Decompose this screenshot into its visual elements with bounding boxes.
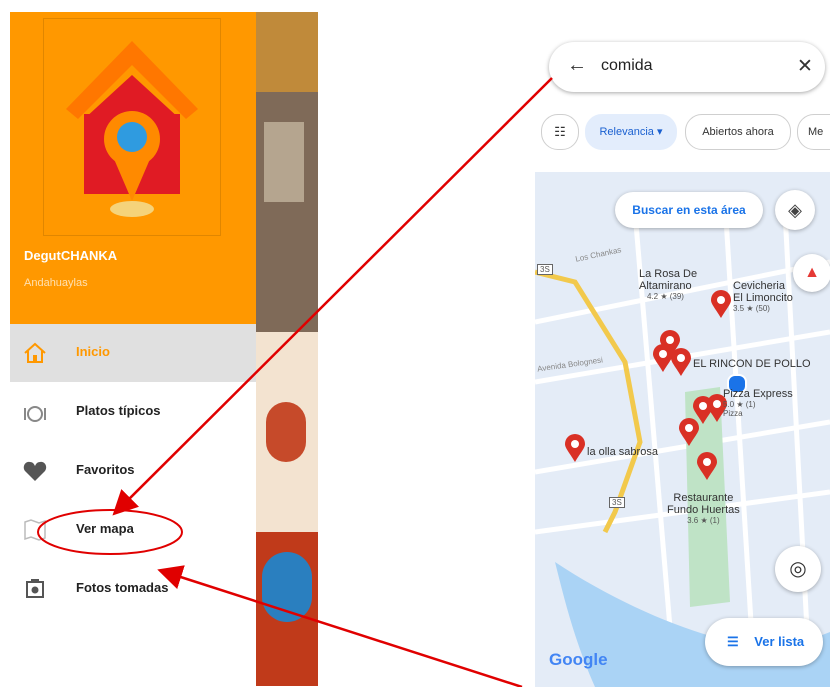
compass-icon[interactable]: ▲ <box>793 254 830 292</box>
menu-item-platos-tipicos[interactable]: Platos típicos <box>10 383 256 441</box>
filter-chips: ☷ Relevancia ▾ Abiertos ahora Me <box>535 114 830 158</box>
menu-item-label: Platos típicos <box>76 403 161 418</box>
road-shield: 3S <box>609 497 625 508</box>
road-shield: 3S <box>537 264 553 275</box>
search-bar[interactable]: ← comida ✕ <box>549 42 825 92</box>
menu-item-favoritos[interactable]: Favoritos <box>10 442 256 500</box>
home-icon <box>24 342 46 363</box>
place-rating: 5.0 ★ (1) <box>723 400 756 409</box>
restaurant-pin-icon[interactable] <box>671 348 691 376</box>
restaurant-pin-icon[interactable] <box>565 434 585 462</box>
restaurant-pin-icon[interactable] <box>711 290 731 318</box>
button-label: Ver lista <box>754 634 805 649</box>
chip-more[interactable]: Me <box>797 114 830 150</box>
place-label[interactable]: Cevicheria El Limoncito 3.5 ★ (50) <box>733 280 793 313</box>
place-rating: 4.2 ★ (39) <box>647 292 684 301</box>
place-name: La Rosa De <box>639 268 698 280</box>
sliders-icon: ☷ <box>554 124 566 139</box>
search-this-area-button[interactable]: Buscar en esta área <box>615 192 763 228</box>
drawer-header: DegutCHANKA Andahuaylas <box>10 12 256 324</box>
chip-abiertos-ahora[interactable]: Abiertos ahora <box>685 114 791 150</box>
place-name: Cevicheria <box>733 280 785 292</box>
list-icon: ☰ <box>727 634 739 649</box>
chip-relevancia[interactable]: Relevancia ▾ <box>585 114 677 150</box>
food-icon <box>24 406 46 422</box>
menu-item-fotos-tomadas[interactable]: Fotos tomadas <box>10 560 256 618</box>
chip-label: Me <box>808 126 824 138</box>
app-logo <box>43 18 221 236</box>
heart-icon <box>23 461 47 481</box>
place-name: Restaurante <box>673 492 734 504</box>
view-list-button[interactable]: ☰ Ver lista <box>705 618 823 666</box>
close-icon[interactable]: ✕ <box>797 55 813 78</box>
map-icon <box>24 519 46 541</box>
place-rating: 3.5 ★ (50) <box>733 304 770 313</box>
place-label[interactable]: La Rosa De Altamirano 4.2 ★ (39) <box>639 268 697 301</box>
restaurant-pin-icon[interactable] <box>679 418 699 446</box>
app-location: Andahuaylas <box>24 277 88 289</box>
back-arrow-icon[interactable]: ← <box>567 54 587 77</box>
menu-item-label: Ver mapa <box>76 521 134 536</box>
app-name: DegutCHANKA <box>24 248 118 263</box>
place-name: Altamirano <box>639 280 692 292</box>
menu-item-ver-mapa[interactable]: Ver mapa <box>10 501 256 559</box>
place-label[interactable]: Pizza Express 5.0 ★ (1) Pizza <box>723 388 793 418</box>
menu-item-label: Inicio <box>76 344 110 359</box>
google-logo: Google <box>549 650 608 669</box>
camera-icon <box>26 579 44 598</box>
app-screen: DegutCHANKA Andahuaylas Inicio Platos tí… <box>10 12 318 686</box>
my-location-icon[interactable]: ◎ <box>775 546 821 592</box>
place-name: Fundo Huertas <box>667 504 740 516</box>
restaurant-pin-icon[interactable] <box>697 452 717 480</box>
filter-options-button[interactable]: ☷ <box>541 114 579 150</box>
search-input[interactable]: comida <box>601 57 653 75</box>
restaurant-pin-icon[interactable] <box>653 344 673 372</box>
map-view[interactable]: Los Chankas Avenida Bolognesi 3S 3S Busc… <box>535 172 830 687</box>
menu-item-label: Favoritos <box>76 462 135 477</box>
background-content <box>256 12 318 686</box>
button-label: Buscar en esta área <box>632 203 746 217</box>
menu-item-label: Fotos tomadas <box>76 580 169 595</box>
layers-icon[interactable]: ◈ <box>775 190 815 230</box>
place-rating: 3.6 ★ (1) <box>687 516 720 525</box>
caret-down-icon: ▾ <box>656 126 663 138</box>
place-name: Pizza Express <box>723 388 793 400</box>
place-name: El Limoncito <box>733 292 793 304</box>
place-category: Pizza <box>723 409 743 418</box>
maps-screen: ← comida ✕ ☷ Relevancia ▾ Abiertos ahora… <box>535 30 830 687</box>
place-name[interactable]: EL RINCON DE POLLO <box>693 358 811 370</box>
place-label[interactable]: Restaurante Fundo Huertas 3.6 ★ (1) <box>667 492 740 525</box>
chip-label: Relevancia <box>599 126 654 138</box>
menu-item-inicio[interactable]: Inicio <box>10 324 256 382</box>
chip-label: Abiertos ahora <box>702 126 774 138</box>
place-name[interactable]: la olla sabrosa <box>587 446 658 458</box>
